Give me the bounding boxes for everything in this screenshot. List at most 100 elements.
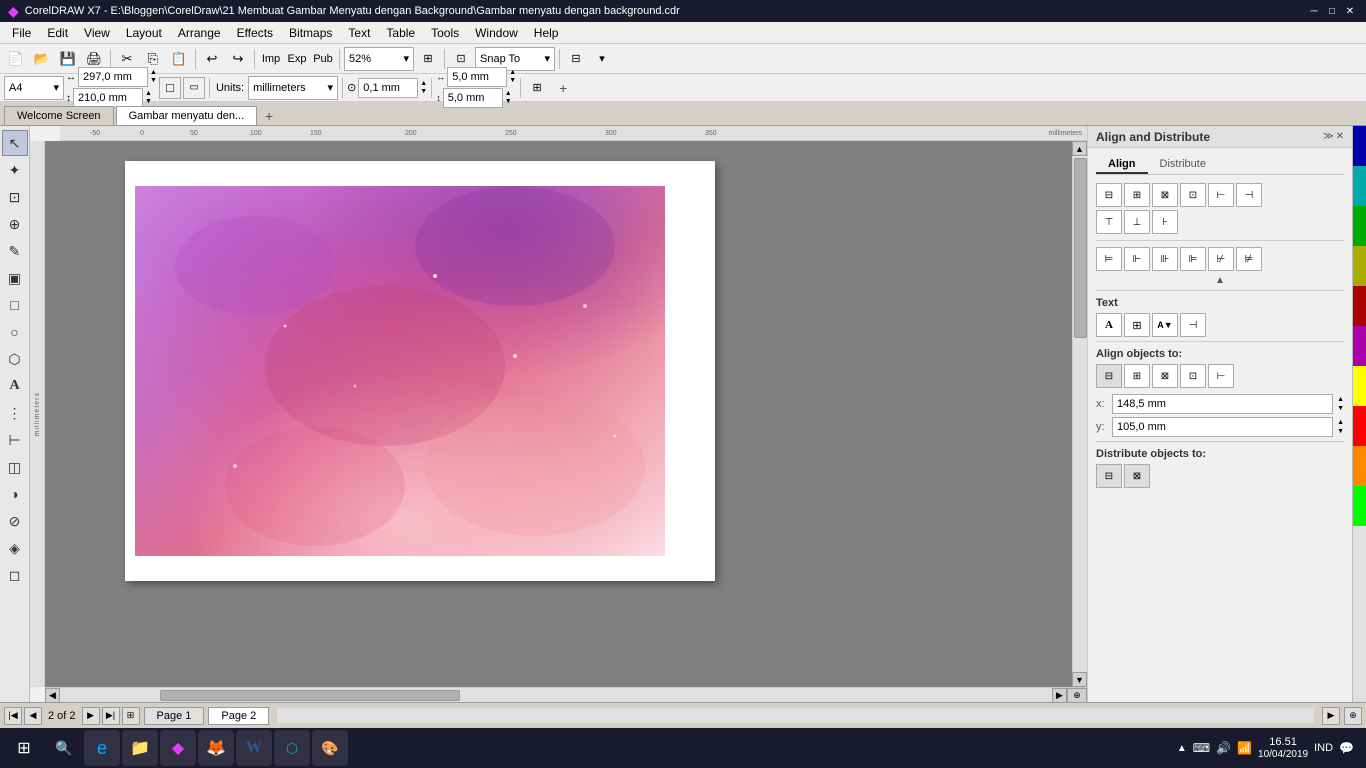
- landscape-button[interactable]: ▭: [183, 77, 205, 99]
- taskbar-notification[interactable]: 💬: [1339, 741, 1354, 755]
- nudge-up[interactable]: ▲: [420, 80, 427, 88]
- page1-tab[interactable]: Page 1: [144, 707, 205, 725]
- nudge-field[interactable]: 0,1 mm: [358, 78, 418, 98]
- taskbar-corel[interactable]: ◆: [160, 730, 196, 766]
- scroll-thumb-h[interactable]: [160, 690, 460, 701]
- scroll-right-arrow[interactable]: ▶: [1052, 688, 1067, 703]
- polygon-tool[interactable]: ⬡: [2, 346, 28, 372]
- taskbar-volume[interactable]: 🔊: [1216, 741, 1231, 755]
- add-page-button[interactable]: +: [551, 76, 575, 100]
- x-down-arrow[interactable]: ▼: [1337, 404, 1344, 413]
- panel-expand-icon[interactable]: ≫: [1323, 131, 1333, 142]
- tab-document[interactable]: Gambar menyatu den...: [116, 106, 258, 125]
- undo-button[interactable]: ↩: [200, 47, 224, 71]
- zoom-tool[interactable]: ⊕: [2, 211, 28, 237]
- publish-button[interactable]: Pub: [311, 47, 335, 71]
- dup-v-field[interactable]: 5,0 mm: [443, 88, 503, 108]
- tab-welcome[interactable]: Welcome Screen: [4, 106, 114, 125]
- dup-h-field[interactable]: 5,0 mm: [447, 67, 507, 87]
- color-bar-magenta[interactable]: [1353, 326, 1366, 366]
- shape-tool[interactable]: ✦: [2, 157, 28, 183]
- color-bar-yellow[interactable]: [1353, 366, 1366, 406]
- menu-effects[interactable]: Effects: [229, 22, 281, 43]
- parallel-tool[interactable]: ⋮: [2, 400, 28, 426]
- taskbar-keyboard-icon[interactable]: ⌨: [1193, 741, 1210, 755]
- eyedropper-tool[interactable]: ⊘: [2, 508, 28, 534]
- view-options[interactable]: ⊟: [564, 47, 588, 71]
- align-page-button[interactable]: ⊞: [525, 76, 549, 100]
- x-up-arrow[interactable]: ▲: [1337, 395, 1344, 404]
- page-size-select[interactable]: A4 ▾: [4, 76, 64, 100]
- menu-layout[interactable]: Layout: [118, 22, 170, 43]
- color-bar-cyan[interactable]: [1353, 166, 1366, 206]
- text-align-btn-2[interactable]: ⊞: [1124, 313, 1150, 337]
- x-coord-input[interactable]: 148,5 mm: [1112, 394, 1333, 414]
- redo-button[interactable]: ↪: [226, 47, 250, 71]
- connector-tool[interactable]: ⊢: [2, 427, 28, 453]
- rectangle-tool[interactable]: □: [2, 292, 28, 318]
- width-up[interactable]: ▲: [150, 69, 157, 77]
- dup-v-down[interactable]: ▼: [505, 98, 512, 106]
- transparency-tool[interactable]: ◑: [2, 481, 28, 507]
- color-bar-yellow-green[interactable]: [1353, 246, 1366, 286]
- height-up[interactable]: ▲: [145, 90, 152, 98]
- menu-arrange[interactable]: Arrange: [170, 22, 229, 43]
- text-align-btn-4[interactable]: ⊣: [1180, 313, 1206, 337]
- distribute-tab[interactable]: Distribute: [1148, 156, 1218, 174]
- color-bar-bright-green[interactable]: [1353, 486, 1366, 526]
- y-coord-input[interactable]: 105,0 mm: [1112, 417, 1333, 437]
- align-right-btn[interactable]: ⊠: [1152, 183, 1178, 207]
- dist-obj-btn-1[interactable]: ⊟: [1096, 464, 1122, 488]
- taskbar-word[interactable]: W: [236, 730, 272, 766]
- color-bar-green[interactable]: [1353, 206, 1366, 246]
- fill-tool[interactable]: ◈: [2, 535, 28, 561]
- align-left-btn[interactable]: ⊟: [1096, 183, 1122, 207]
- start-button[interactable]: ⊞: [4, 729, 44, 767]
- align-btn-8[interactable]: ⊥: [1124, 210, 1150, 234]
- nav-prev-btn[interactable]: ◀: [24, 707, 42, 725]
- outline-tool[interactable]: ◻: [2, 562, 28, 588]
- search-button[interactable]: 🔍: [46, 730, 82, 766]
- paste-button[interactable]: 📋: [167, 47, 191, 71]
- taskbar-lang[interactable]: IND: [1314, 742, 1333, 754]
- taskbar-paint[interactable]: 🎨: [312, 730, 348, 766]
- dist-btn-3[interactable]: ⊪: [1152, 247, 1178, 271]
- text-tool[interactable]: A: [2, 373, 28, 399]
- scroll-right-status[interactable]: ▶: [1322, 707, 1340, 725]
- menu-table[interactable]: Table: [378, 22, 423, 43]
- align-btn-9[interactable]: ⊦: [1152, 210, 1178, 234]
- menu-tools[interactable]: Tools: [423, 22, 467, 43]
- dist-btn-5[interactable]: ⊬: [1208, 247, 1234, 271]
- dist-btn-6[interactable]: ⊭: [1236, 247, 1262, 271]
- align-obj-btn-5[interactable]: ⊢: [1208, 364, 1234, 388]
- nav-first-btn[interactable]: |◀: [4, 707, 22, 725]
- menu-edit[interactable]: Edit: [39, 22, 76, 43]
- align-btn-7[interactable]: ⊤: [1096, 210, 1122, 234]
- zoom-level-dropdown[interactable]: 52% ▾: [344, 47, 414, 71]
- dup-h-down[interactable]: ▼: [509, 77, 516, 85]
- add-page-nav-btn[interactable]: ⊞: [122, 707, 140, 725]
- ellipse-tool[interactable]: ○: [2, 319, 28, 345]
- nav-next-btn[interactable]: ▶: [82, 707, 100, 725]
- export-button[interactable]: Exp: [285, 47, 309, 71]
- tab-add-button[interactable]: +: [259, 107, 279, 125]
- dist-btn-4[interactable]: ⊫: [1180, 247, 1206, 271]
- dup-h-up[interactable]: ▲: [509, 69, 516, 77]
- scroll-zoom-btn[interactable]: ⊕: [1067, 688, 1087, 703]
- menu-view[interactable]: View: [76, 22, 118, 43]
- scroll-left-arrow[interactable]: ◀: [45, 688, 60, 703]
- minimize-button[interactable]: ─: [1306, 4, 1322, 18]
- color-bar-red-dark[interactable]: [1353, 286, 1366, 326]
- taskbar-edge[interactable]: e: [84, 730, 120, 766]
- text-align-btn-3[interactable]: A▼: [1152, 313, 1178, 337]
- select-tool[interactable]: ↖: [2, 130, 28, 156]
- page-width-field[interactable]: 297,0 mm: [78, 67, 148, 87]
- units-dropdown[interactable]: millimeters ▾: [248, 76, 338, 100]
- status-scrollbar[interactable]: [277, 708, 1314, 723]
- canvas-scrollbar-v[interactable]: [1072, 156, 1087, 672]
- canvas-area[interactable]: ▲: [45, 141, 1087, 687]
- align-center-h-btn[interactable]: ⊞: [1124, 183, 1150, 207]
- color-bar-blue-dark[interactable]: [1353, 126, 1366, 166]
- page-height-field[interactable]: 210,0 mm: [73, 88, 143, 108]
- align-obj-btn-1[interactable]: ⊟: [1096, 364, 1122, 388]
